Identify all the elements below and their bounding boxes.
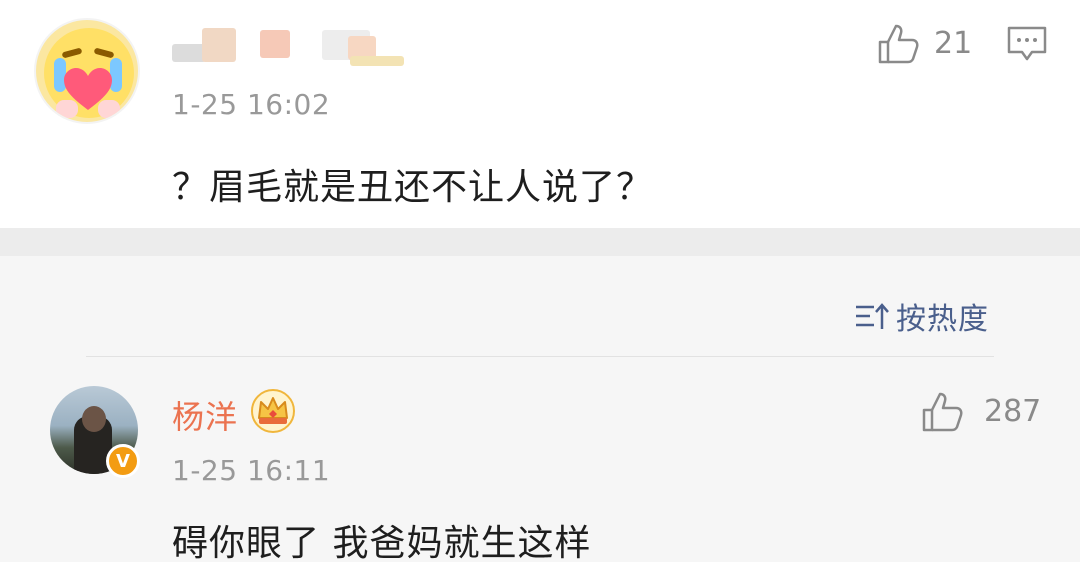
crown-icon[interactable] [250, 388, 296, 434]
thumbs-up-icon[interactable] [876, 22, 920, 66]
blurred-username[interactable] [172, 26, 404, 66]
comment-text: ？眉毛就是丑还不让人说了？ [172, 167, 654, 208]
avatar[interactable] [34, 18, 140, 124]
comment-icon[interactable] [1006, 24, 1048, 64]
comment-text: 碍你眼了 我爸妈就生这样 [172, 523, 592, 562]
comment-author[interactable]: 杨洋 [172, 392, 238, 438]
section-separator [0, 228, 1080, 256]
comment-timestamp: 1-25 16:02 [172, 88, 331, 121]
emoji-hand [98, 100, 120, 118]
avatar-head [82, 406, 106, 432]
thumbs-up-icon[interactable] [920, 390, 964, 434]
sort-icon [856, 303, 889, 329]
like-count[interactable]: 21 [934, 26, 972, 61]
sort-label: 按热度 [896, 302, 989, 337]
emoji-hand [56, 100, 78, 118]
like-count[interactable]: 287 [984, 394, 1041, 429]
sort-by-heat-button[interactable]: 按热度 [854, 296, 989, 337]
divider [86, 356, 994, 357]
verified-badge-label: V [116, 450, 130, 472]
comment-timestamp: 1-25 16:11 [172, 454, 331, 487]
verified-badge: V [106, 444, 140, 478]
